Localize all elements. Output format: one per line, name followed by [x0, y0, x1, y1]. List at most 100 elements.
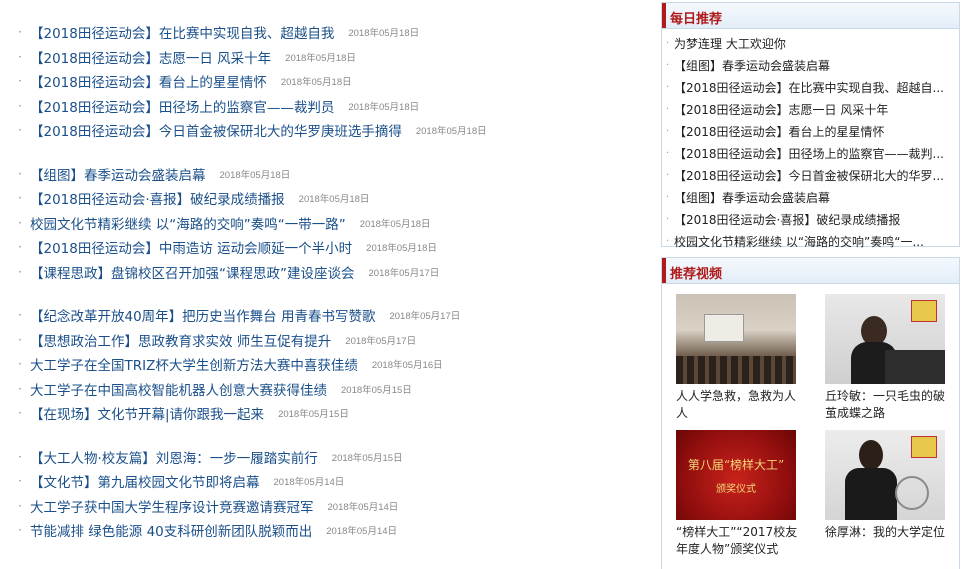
- news-item[interactable]: · 大工学子在全国TRIZ杯大学生创新方法大赛中喜获佳绩 2018年05月16日: [18, 352, 648, 377]
- recommend-item[interactable]: · 校园文化节精彩继续 以“海路的交响”奏鸣“一...: [666, 230, 959, 252]
- recommend-link[interactable]: 【2018田径运动会】今日首金被保研北大的华罗...: [674, 167, 944, 184]
- news-item[interactable]: · 【2018田径运动会】田径场上的监察官——裁判员 2018年05月18日: [18, 94, 648, 119]
- recommend-link[interactable]: 【组图】春季运动会盛装启幕: [674, 189, 830, 206]
- video-card[interactable]: 徐厚淋：我的大学定位: [825, 430, 955, 541]
- news-date: 2018年05月18日: [359, 218, 431, 230]
- video-caption[interactable]: 人人学急救，急救为人人: [676, 388, 806, 422]
- news-item[interactable]: · 【在现场】文化节开幕|请你跟我一起来 2018年05月15日: [18, 401, 648, 426]
- news-item[interactable]: · 【课程思政】盘锦校区召开加强“课程思政”建设座谈会 2018年05月17日: [18, 260, 648, 285]
- news-title-link[interactable]: 【文化节】第九届校园文化节即将启幕: [30, 471, 260, 491]
- news-title-link[interactable]: 节能减排 绿色能源 40支科研创新团队脱颖而出: [30, 520, 312, 540]
- recommend-link[interactable]: 【2018田径运动会】田径场上的监察官——裁判...: [674, 145, 944, 162]
- speaker-head: [859, 440, 883, 470]
- news-item[interactable]: · 大工学子在中国高校智能机器人创意大赛获得佳绩 2018年05月15日: [18, 377, 648, 402]
- bullet-icon: ·: [666, 147, 670, 159]
- recommend-item[interactable]: · 【2018田径运动会】志愿一日 风采十年: [666, 98, 959, 120]
- bullet-icon: ·: [18, 240, 22, 255]
- channel-logo-icon: [911, 436, 937, 458]
- news-item[interactable]: · 【纪念改革开放40周年】把历史当作舞台 用青春书写赞歌 2018年05月17日: [18, 303, 648, 328]
- video-card[interactable]: 人人学急救，急救为人人: [676, 294, 806, 422]
- news-item[interactable]: · 【2018田径运动会】在比赛中实现自我、超越自我 2018年05月18日: [18, 20, 648, 45]
- news-title-link[interactable]: 【2018田径运动会】志愿一日 风采十年: [30, 47, 271, 67]
- bullet-icon: ·: [18, 381, 22, 396]
- bullet-icon: ·: [18, 406, 22, 421]
- thumbnail-title: 第八届“榜样大工”: [687, 458, 785, 472]
- news-item[interactable]: · 【2018田径运动会】中雨造访 运动会顺延一个半小时 2018年05月18日: [18, 235, 648, 260]
- bullet-icon: ·: [18, 308, 22, 323]
- video-caption[interactable]: 徐厚淋：我的大学定位: [825, 524, 955, 541]
- news-item[interactable]: · 【文化节】第九届校园文化节即将启幕 2018年05月14日: [18, 469, 648, 494]
- bullet-icon: ·: [666, 81, 670, 93]
- news-item[interactable]: · 节能减排 绿色能源 40支科研创新团队脱颖而出 2018年05月14日: [18, 518, 648, 543]
- news-title-link[interactable]: 【在现场】文化节开幕|请你跟我一起来: [30, 403, 264, 423]
- recommend-item[interactable]: · 【组图】春季运动会盛装启幕: [666, 186, 959, 208]
- video-caption[interactable]: “榜样大工”“2017校友年度人物”颁奖仪式: [676, 524, 806, 558]
- video-recommend-panel: 推荐视频 人人学急救，急救为人人 丘玲敏：一只毛虫的破茧成蝶之路 第八届“榜样大…: [661, 257, 960, 569]
- news-title-link[interactable]: 【课程思政】盘锦校区召开加强“课程思政”建设座谈会: [30, 262, 355, 282]
- video-thumbnail[interactable]: 第八届“榜样大工” 颁奖仪式: [676, 430, 796, 520]
- bullet-icon: ·: [18, 49, 22, 64]
- recommend-link[interactable]: 【2018田径运动会】志愿一日 风采十年: [674, 101, 888, 118]
- news-date: 2018年05月14日: [326, 526, 398, 538]
- recommend-item[interactable]: · 【2018田径运动会】田径场上的监察官——裁判...: [666, 142, 959, 164]
- bullet-icon: ·: [666, 59, 670, 71]
- recommend-item[interactable]: · 【2018田径运动会】今日首金被保研北大的华罗...: [666, 164, 959, 186]
- header-accent-bar: [662, 3, 666, 28]
- news-item[interactable]: · 【2018田径运动会】志愿一日 风采十年 2018年05月18日: [18, 45, 648, 70]
- bullet-icon: ·: [666, 169, 670, 181]
- bullet-icon: ·: [18, 74, 22, 89]
- news-item[interactable]: · 【2018田径运动会】今日首金被保研北大的华罗庚班选手摘得 2018年05月18…: [18, 118, 648, 143]
- recommend-item[interactable]: · 【2018田径运动会·喜报】破纪录成绩播报: [666, 208, 959, 230]
- header-accent-bar: [662, 258, 666, 283]
- video-thumbnail[interactable]: [825, 430, 945, 520]
- news-title-link[interactable]: 【思想政治工作】思政教育求实效 师生互促有提升: [30, 330, 331, 350]
- video-thumbnail[interactable]: [676, 294, 796, 384]
- news-item[interactable]: · 【思想政治工作】思政教育求实效 师生互促有提升 2018年05月17日: [18, 328, 648, 353]
- news-title-link[interactable]: 【2018田径运动会】在比赛中实现自我、超越自我: [30, 22, 334, 42]
- news-title-link[interactable]: 【纪念改革开放40周年】把历史当作舞台 用青春书写赞歌: [30, 305, 375, 325]
- news-title-link[interactable]: 大工学子在全国TRIZ杯大学生创新方法大赛中喜获佳绩: [30, 354, 358, 374]
- news-date: 2018年05月16日: [371, 360, 443, 372]
- news-date: 2018年05月18日: [348, 28, 420, 40]
- recommend-item[interactable]: · 为梦连理 大工欢迎你: [666, 32, 959, 54]
- news-title-link[interactable]: 【组图】春季运动会盛装启幕: [30, 164, 206, 184]
- video-thumbnail[interactable]: [825, 294, 945, 384]
- bullet-icon: ·: [18, 166, 22, 181]
- video-caption[interactable]: 丘玲敏：一只毛虫的破茧成蝶之路: [825, 388, 955, 422]
- news-title-link[interactable]: 校园文化节精彩继续 以“海路的交响”奏鸣“一带一路”: [30, 213, 346, 233]
- news-date: 2018年05月17日: [368, 267, 440, 279]
- news-list: · 【2018田径运动会】在比赛中实现自我、超越自我 2018年05月18日 · 【20…: [18, 20, 648, 562]
- recommend-item[interactable]: · 【2018田径运动会】在比赛中实现自我、超越自...: [666, 76, 959, 98]
- recommend-link[interactable]: 为梦连理 大工欢迎你: [674, 35, 786, 52]
- bullet-icon: ·: [18, 123, 22, 138]
- video-card[interactable]: 第八届“榜样大工” 颁奖仪式 “榜样大工”“2017校友年度人物”颁奖仪式: [676, 430, 806, 558]
- bullet-icon: ·: [18, 449, 22, 464]
- news-title-link[interactable]: 【2018田径运动会】今日首金被保研北大的华罗庚班选手摘得: [30, 120, 402, 140]
- news-item[interactable]: · 校园文化节精彩继续 以“海路的交响”奏鸣“一带一路” 2018年05月18日: [18, 211, 648, 236]
- news-item[interactable]: · 【2018田径运动会·喜报】破纪录成绩播报 2018年05月18日: [18, 186, 648, 211]
- news-item[interactable]: · 【组图】春季运动会盛装启幕 2018年05月18日: [18, 162, 648, 187]
- video-card[interactable]: 丘玲敏：一只毛虫的破茧成蝶之路: [825, 294, 955, 422]
- recommend-item[interactable]: · 【2018田径运动会】看台上的星星情怀: [666, 120, 959, 142]
- podium: [885, 350, 945, 384]
- news-title-link[interactable]: 【2018田径运动会】田径场上的监察官——裁判员: [30, 96, 334, 116]
- news-title-link[interactable]: 大工学子获中国大学生程序设计竞赛邀请赛冠军: [30, 496, 314, 516]
- recommend-item[interactable]: · 【组图】春季运动会盛装启幕: [666, 54, 959, 76]
- news-title-link[interactable]: 大工学子在中国高校智能机器人创意大赛获得佳绩: [30, 379, 327, 399]
- news-item[interactable]: · 【2018田径运动会】看台上的星星情怀 2018年05月18日: [18, 69, 648, 94]
- recommend-link[interactable]: 校园文化节精彩继续 以“海路的交响”奏鸣“一...: [674, 233, 924, 250]
- recommend-link[interactable]: 【2018田径运动会·喜报】破纪录成绩播报: [674, 211, 900, 228]
- news-item[interactable]: · 大工学子获中国大学生程序设计竞赛邀请赛冠军 2018年05月14日: [18, 494, 648, 519]
- news-item[interactable]: · 【大工人物·校友篇】刘恩海：一步一履踏实前行 2018年05月15日: [18, 445, 648, 470]
- news-group: · 【纪念改革开放40周年】把历史当作舞台 用青春书写赞歌 2018年05月17日 ·…: [18, 303, 648, 426]
- news-title-link[interactable]: 【2018田径运动会】看台上的星星情怀: [30, 71, 267, 91]
- news-title-link[interactable]: 【大工人物·校友篇】刘恩海：一步一履踏实前行: [30, 447, 318, 467]
- recommend-link[interactable]: 【2018田径运动会】看台上的星星情怀: [674, 123, 885, 140]
- recommend-link[interactable]: 【2018田径运动会】在比赛中实现自我、超越自...: [674, 79, 944, 96]
- bullet-icon: ·: [666, 103, 670, 115]
- recommend-link[interactable]: 【组图】春季运动会盛装启幕: [674, 57, 830, 74]
- news-title-link[interactable]: 【2018田径运动会·喜报】破纪录成绩播报: [30, 188, 285, 208]
- news-title-link[interactable]: 【2018田径运动会】中雨造访 运动会顺延一个半小时: [30, 237, 352, 257]
- bullet-icon: ·: [18, 332, 22, 347]
- daily-recommend-header: 每日推荐: [662, 3, 959, 29]
